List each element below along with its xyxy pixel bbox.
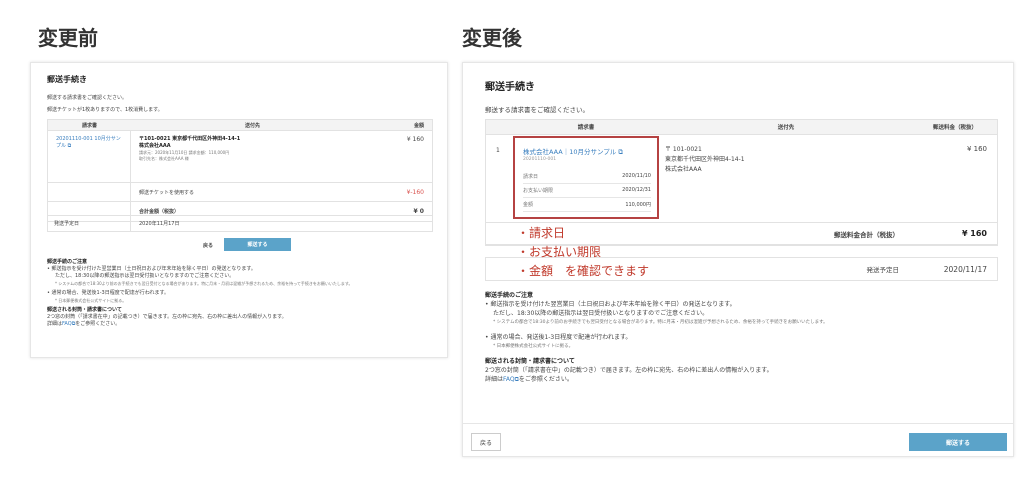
- total-value: ¥ 160: [961, 229, 987, 238]
- page-title: 郵送手続き: [47, 75, 87, 84]
- note-text: 詳細は: [47, 321, 63, 327]
- address-line: 〒101-0021 東京都千代田区外神田4-14-1: [139, 136, 241, 142]
- after-label: 変更後: [462, 26, 522, 50]
- invoice-link[interactable]: 株式会社AAA｜10月分サンプル ⧉: [523, 146, 623, 157]
- note-item: • 郵送指示を受け付けた翌営業日（土日祝日および年末年始を除く平日）の発送となり…: [47, 266, 256, 272]
- kv-value: 2020/11/10: [622, 173, 651, 179]
- note-item: • 郵送指示を受け付けた翌営業日（土日祝日および年末年始を除く平日）の発送となり…: [485, 301, 736, 308]
- back-button[interactable]: 戻る: [471, 433, 501, 451]
- postal-code: 〒 101-0021: [665, 146, 702, 153]
- notes-section: 郵送手続のご注意 • 郵送指示を受け付けた翌営業日（土日祝日および年末年始を除く…: [485, 291, 1005, 384]
- header-address: 送付先: [244, 122, 260, 129]
- header-invoice: 請求書: [577, 125, 595, 131]
- description: 郵送する請求書をご確認ください。: [485, 106, 589, 114]
- table-header: 請求書 送付先 郵送料金（税抜）: [486, 120, 997, 135]
- note-item: 詳細はFAQ⧉をご参照ください。: [47, 321, 437, 328]
- ship-date-value: 2020/11/17: [943, 264, 987, 274]
- ticket-row: 郵送チケットを使用する ¥-160: [48, 183, 432, 202]
- page-title: 郵送手続き: [485, 82, 535, 93]
- back-button[interactable]: 戻る: [197, 239, 219, 251]
- amount-cell: ¥ 160: [406, 136, 424, 143]
- table-header: 請求書 送付先 金額: [48, 120, 432, 131]
- kv-key: お支払い期限: [523, 188, 554, 194]
- due-date-row: お支払い期限 2020/12/31: [523, 187, 651, 198]
- note-item: 詳細はFAQ⧉をご参照ください。: [485, 375, 1005, 384]
- amount-row: 金額 110,000円: [523, 201, 651, 212]
- notes-heading: 郵送される封筒・請求書について: [47, 307, 122, 313]
- invoice-number: 20201110-001: [523, 157, 557, 162]
- note-item: 2つ窓の封筒（「請求書在中」の記載つき）で届きます。左の枠に宛先、右の枠に差出人…: [485, 367, 773, 374]
- faq-link[interactable]: FAQ⧉: [62, 321, 75, 327]
- note-text: をご参照ください。: [518, 376, 573, 383]
- header-amount: 金額: [413, 122, 424, 129]
- annotation-text: ・お支払い期限: [517, 245, 602, 259]
- notes-heading: 郵送される封筒・請求書について: [485, 358, 575, 365]
- description: 郵送する請求書をご確認ください。: [47, 95, 128, 101]
- note-text: 詳細は: [485, 376, 504, 383]
- note-text: をご参照ください。: [75, 321, 121, 327]
- ticket-value: ¥-160: [406, 188, 424, 196]
- company-name: 株式会社AAA: [139, 143, 171, 149]
- kv-value: 2020/12/31: [622, 187, 651, 193]
- note-small: * システムの都合で18:30より前のお手続きでも翌日受付となる場合があります。…: [55, 281, 353, 286]
- send-button[interactable]: 郵送する: [224, 238, 291, 251]
- note-item: ただし、18:30以降の郵送指示は翌日受付扱いとなりますのでご注意ください。: [55, 273, 235, 279]
- company-name: 株式会社AAA: [665, 166, 702, 173]
- ticket-notice: 郵送チケットが1枚ありますので、1枚消費します。: [47, 107, 163, 113]
- after-panel: 郵送手続き 郵送する請求書をご確認ください。 請求書 送付先 郵送料金（税抜） …: [462, 62, 1014, 457]
- kv-key: 金額: [523, 202, 534, 208]
- annotation-text: ・金額 を確認できます: [517, 264, 650, 278]
- note-item: • 通常の場合、発送後1-3日程度で配達が行われます。: [485, 334, 632, 341]
- address-line: 東京都千代田区外神田4-14-1: [665, 156, 745, 163]
- before-panel: 郵送手続き 郵送する請求書をご確認ください。 郵送チケットが1枚ありますので、1…: [30, 62, 448, 358]
- total-label: 合計金額（税抜）: [139, 209, 180, 215]
- kv-value: 110,000円: [625, 202, 651, 208]
- before-label: 変更前: [38, 26, 98, 50]
- header-invoice: 請求書: [81, 122, 97, 129]
- total-value: ¥ 0: [413, 208, 424, 215]
- header-fee: 郵送料金（税抜）: [932, 125, 977, 131]
- notes-heading: 郵送手続のご注意: [485, 292, 534, 299]
- row-number: 1: [496, 147, 500, 154]
- table-row: 20201110-001 10月分サンプル ⧉ 〒101-0021 東京都千代田…: [48, 131, 432, 183]
- fee-cell: ¥ 160: [966, 145, 987, 153]
- header-address: 送付先: [777, 125, 795, 131]
- note-small: * 日本郵便株式会社公式サイトに拠る。: [55, 298, 127, 303]
- ship-date-label: 発送予定日: [48, 216, 131, 231]
- footer-divider: [463, 423, 1013, 424]
- note-item: 2つ窓の封筒（「請求書在中」の記載つき）で届きます。左の枠に宛先、右の枠に差出人…: [47, 314, 287, 320]
- client-name: 取引先名：株式会社AAA 様: [139, 156, 189, 161]
- annotation-text: ・請求日: [517, 226, 566, 240]
- notes-section: 郵送手続のご注意 • 郵送指示を受け付けた翌営業日（土日祝日および年末年始を除く…: [47, 259, 437, 328]
- kv-key: 請求日: [523, 174, 539, 180]
- note-small: * 日本郵便株式会社公式サイトに拠る。: [493, 344, 574, 349]
- note-small: * システムの都合で18:30より前のお手続きでも翌日受付となる場合があります。…: [493, 320, 828, 325]
- send-button[interactable]: 郵送する: [909, 433, 1007, 451]
- invoice-date-row: 請求日 2020/11/10: [523, 173, 651, 184]
- notes-heading: 郵送手続のご注意: [47, 259, 88, 265]
- ship-date-value: 2020年11月17日: [139, 221, 180, 227]
- address-cell: 〒101-0021 東京都千代田区外神田4-14-1 株式会社AAA 請求元：2…: [131, 131, 374, 182]
- invoice-table: 請求書 送付先 金額 20201110-001 10月分サンプル ⧉ 〒101-…: [47, 119, 433, 222]
- faq-link[interactable]: FAQ⧉: [503, 376, 519, 383]
- invoice-link[interactable]: 20201110-001 10月分サンプル ⧉: [48, 131, 131, 182]
- address-cell: 〒 101-0021 東京都千代田区外神田4-14-1 株式会社AAA: [659, 135, 913, 222]
- ship-date-row: 発送予定日 2020年11月17日: [47, 215, 433, 232]
- ticket-label: 郵送チケットを使用する: [139, 189, 195, 196]
- note-item: ただし、18:30以降の郵送指示は翌日受付扱いとなりますのでご注意ください。: [493, 310, 709, 317]
- note-item: • 通常の場合、発送後1-3日程度で配達が行われます。: [47, 290, 169, 296]
